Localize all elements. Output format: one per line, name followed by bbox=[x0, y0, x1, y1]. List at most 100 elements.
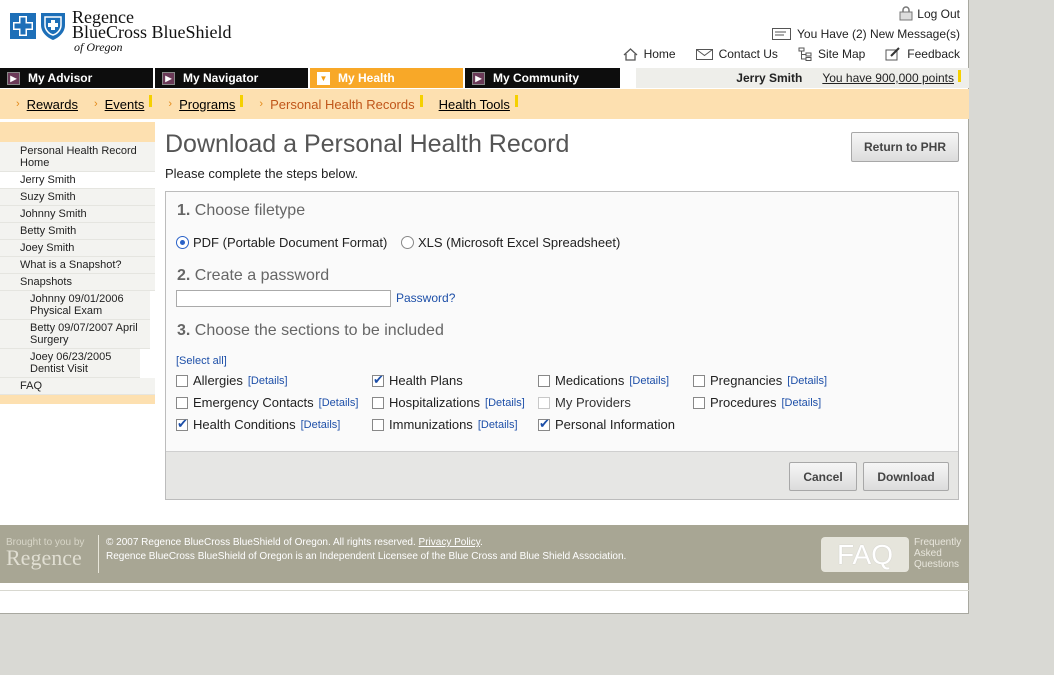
radio-xls[interactable] bbox=[401, 236, 414, 249]
sidebar-item-what-is-snapshot[interactable]: What is a Snapshot? bbox=[0, 257, 155, 274]
sidebar-item-jerry-smith[interactable]: Jerry Smith bbox=[0, 172, 155, 189]
faq-button[interactable]: FAQ bbox=[821, 537, 909, 572]
footer: Brought to you by Regence © 2007 Regence… bbox=[0, 525, 969, 583]
details-link[interactable]: [Details] bbox=[787, 375, 827, 387]
sidebar-item-johnny-smith[interactable]: Johnny Smith bbox=[0, 206, 155, 223]
download-form: 1. Choose filetype PDF (Portable Documen… bbox=[165, 191, 959, 500]
sidebar-item-snapshot-joey[interactable]: Joey 06/23/2005 Dentist Visit bbox=[0, 349, 140, 378]
messages-label: You Have (2) New Message(s) bbox=[797, 27, 960, 41]
tab-my-health[interactable]: ▼ My Health bbox=[310, 68, 463, 88]
divider bbox=[98, 535, 99, 573]
radio-pdf[interactable] bbox=[176, 236, 189, 249]
sidebar-item-betty-smith[interactable]: Betty Smith bbox=[0, 223, 155, 240]
user-name: Jerry Smith bbox=[736, 71, 803, 85]
brand-logo[interactable]: Regence BlueCross BlueShield of Oregon bbox=[10, 8, 240, 56]
tab-my-advisor[interactable]: ▶ My Advisor bbox=[0, 68, 153, 88]
faq-caption-line2: Asked bbox=[914, 548, 942, 559]
section-label: Emergency Contacts bbox=[193, 395, 314, 410]
sidebar: Personal Health Record Home Jerry Smith … bbox=[0, 122, 155, 404]
points-link[interactable]: You have 900,000 points bbox=[822, 71, 954, 85]
checkbox-pregnancies[interactable] bbox=[693, 374, 705, 387]
sidebar-item-snapshot-betty[interactable]: Betty 09/07/2007 April Surgery bbox=[0, 320, 150, 349]
checkbox-procedures[interactable] bbox=[693, 396, 705, 409]
return-to-phr-button[interactable]: Return to PHR bbox=[851, 132, 959, 162]
sidebar-item-suzy-smith[interactable]: Suzy Smith bbox=[0, 189, 155, 206]
tab-label: My Navigator bbox=[183, 71, 259, 85]
filetype-xls-option[interactable]: XLS (Microsoft Excel Spreadsheet) bbox=[401, 235, 620, 250]
subnav-programs[interactable]: › Programs bbox=[168, 95, 244, 112]
home-link[interactable]: Home bbox=[623, 47, 676, 61]
section-allergies: Allergies [Details] bbox=[176, 373, 288, 388]
details-link[interactable]: [Details] bbox=[248, 375, 288, 387]
subnav-label: Personal Health Records bbox=[270, 96, 415, 112]
sidebar-item-phr-home[interactable]: Personal Health Record Home bbox=[0, 142, 155, 172]
checkbox-health-conditions[interactable] bbox=[176, 416, 188, 432]
new-marker bbox=[419, 95, 423, 107]
step-3-heading: 3. Choose the sections to be included bbox=[177, 322, 444, 340]
new-marker bbox=[240, 95, 244, 107]
subnav-rewards[interactable]: › Rewards bbox=[16, 97, 78, 112]
privacy-policy-link[interactable]: Privacy Policy bbox=[419, 537, 481, 548]
details-link[interactable]: [Details] bbox=[485, 397, 525, 409]
cancel-button[interactable]: Cancel bbox=[789, 462, 857, 491]
utility-nav: Home Contact Us Site Map Feedback bbox=[623, 47, 960, 61]
filetype-pdf-option[interactable]: PDF (Portable Document Format) bbox=[176, 235, 387, 250]
site-map-link[interactable]: Site Map bbox=[798, 47, 865, 61]
footer-rule bbox=[0, 590, 969, 591]
section-medications: Medications [Details] bbox=[538, 373, 669, 388]
contact-us-label: Contact Us bbox=[718, 47, 778, 61]
section-procedures: Procedures [Details] bbox=[693, 395, 821, 410]
copyright-period: . bbox=[480, 537, 483, 548]
password-input[interactable] bbox=[176, 290, 391, 307]
checkbox-hospitalizations[interactable] bbox=[372, 396, 384, 409]
checkbox-medications[interactable] bbox=[538, 374, 550, 387]
subnav-personal-health-records[interactable]: › Personal Health Records bbox=[259, 95, 423, 112]
checkbox-health-plans[interactable] bbox=[372, 372, 384, 388]
blue-cross-icon bbox=[10, 13, 36, 39]
step-number: 2. bbox=[177, 267, 191, 284]
messages-link[interactable]: You Have (2) New Message(s) bbox=[772, 27, 960, 41]
brand-line3: of Oregon bbox=[74, 40, 123, 54]
password-help-link[interactable]: Password? bbox=[396, 291, 455, 305]
sidebar-item-faq[interactable]: FAQ bbox=[0, 378, 155, 395]
details-link[interactable]: [Details] bbox=[319, 397, 359, 409]
feedback-link[interactable]: Feedback bbox=[885, 47, 960, 61]
section-personal-information: Personal Information bbox=[538, 416, 675, 432]
sidebar-footer bbox=[0, 395, 155, 404]
tab-my-community[interactable]: ▶ My Community bbox=[465, 68, 620, 88]
details-link[interactable]: [Details] bbox=[301, 419, 341, 431]
sidebar-item-snapshots[interactable]: Snapshots bbox=[0, 274, 155, 291]
select-all-link[interactable]: [Select all] bbox=[176, 355, 227, 367]
sidebar-item-snapshot-johnny[interactable]: Johnny 09/01/2006 Physical Exam bbox=[0, 291, 150, 320]
form-actions: Cancel Download bbox=[166, 451, 958, 499]
lock-icon bbox=[899, 6, 913, 21]
section-label: Health Plans bbox=[389, 373, 463, 388]
subnav-events[interactable]: › Events bbox=[93, 95, 153, 112]
checkbox-my-providers[interactable] bbox=[538, 396, 550, 409]
sidebar-item-joey-smith[interactable]: Joey Smith bbox=[0, 240, 155, 257]
step-number: 1. bbox=[177, 202, 191, 219]
section-immunizations: Immunizations [Details] bbox=[372, 417, 518, 432]
tab-my-navigator[interactable]: ▶ My Navigator bbox=[155, 68, 308, 88]
chevron-right-icon: › bbox=[93, 98, 98, 110]
subnav-label: Events bbox=[104, 96, 145, 112]
details-link[interactable]: [Details] bbox=[781, 397, 821, 409]
contact-us-link[interactable]: Contact Us bbox=[695, 47, 778, 61]
details-link[interactable]: [Details] bbox=[629, 375, 669, 387]
step-label: Choose the sections to be included bbox=[194, 322, 444, 339]
user-bar: Jerry Smith You have 900,000 points bbox=[636, 68, 969, 88]
subnav-label: Programs bbox=[179, 96, 236, 112]
checkbox-allergies[interactable] bbox=[176, 374, 188, 387]
section-health-plans: Health Plans bbox=[372, 372, 463, 388]
new-marker bbox=[958, 69, 961, 82]
subnav-health-tools[interactable]: Health Tools bbox=[439, 95, 518, 112]
checkbox-personal-information[interactable] bbox=[538, 416, 550, 432]
faq-caption: Frequently Asked Questions bbox=[914, 537, 961, 570]
download-button[interactable]: Download bbox=[863, 462, 949, 491]
section-label: Procedures bbox=[710, 395, 777, 410]
checkbox-emergency-contacts[interactable] bbox=[176, 396, 188, 409]
checkbox-immunizations[interactable] bbox=[372, 418, 384, 431]
logout-link[interactable]: Log Out bbox=[899, 6, 960, 21]
details-link[interactable]: [Details] bbox=[478, 419, 518, 431]
tab-label: My Health bbox=[338, 71, 395, 85]
